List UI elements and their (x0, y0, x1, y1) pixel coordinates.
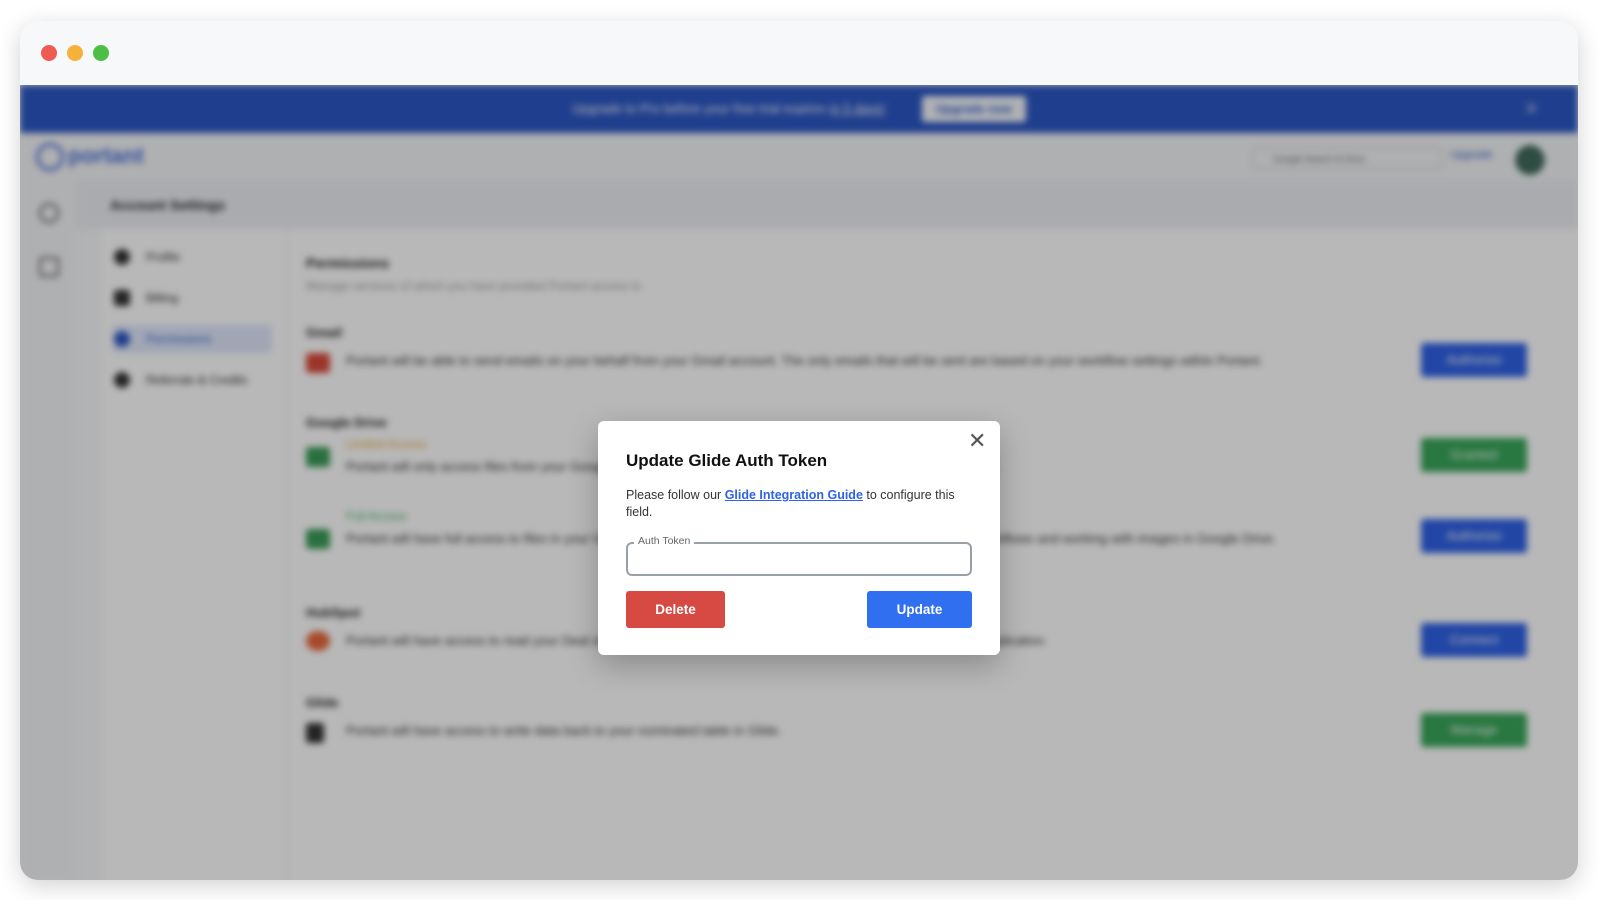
app-window: Upgrade to Pro before your free trial ex… (20, 21, 1578, 880)
window-titlebar (20, 21, 1578, 85)
close-icon[interactable]: ✕ (968, 430, 986, 452)
dialog-instructions: Please follow our Glide Integration Guid… (626, 487, 976, 521)
instructions-text: Please follow our (626, 488, 722, 502)
dialog-title: Update Glide Auth Token (626, 451, 828, 470)
maximize-window-button[interactable] (93, 45, 109, 61)
auth-token-label: Auth Token (634, 535, 695, 547)
auth-token-field: Auth Token (626, 535, 972, 576)
delete-button[interactable]: Delete (626, 591, 725, 628)
glide-integration-guide-link[interactable]: Glide Integration Guide (725, 488, 863, 502)
update-token-dialog: ✕ Update Glide Auth Token Please follow … (598, 421, 1000, 655)
minimize-window-button[interactable] (67, 45, 83, 61)
auth-token-input[interactable] (628, 544, 970, 574)
update-button[interactable]: Update (867, 591, 972, 628)
close-window-button[interactable] (41, 45, 57, 61)
